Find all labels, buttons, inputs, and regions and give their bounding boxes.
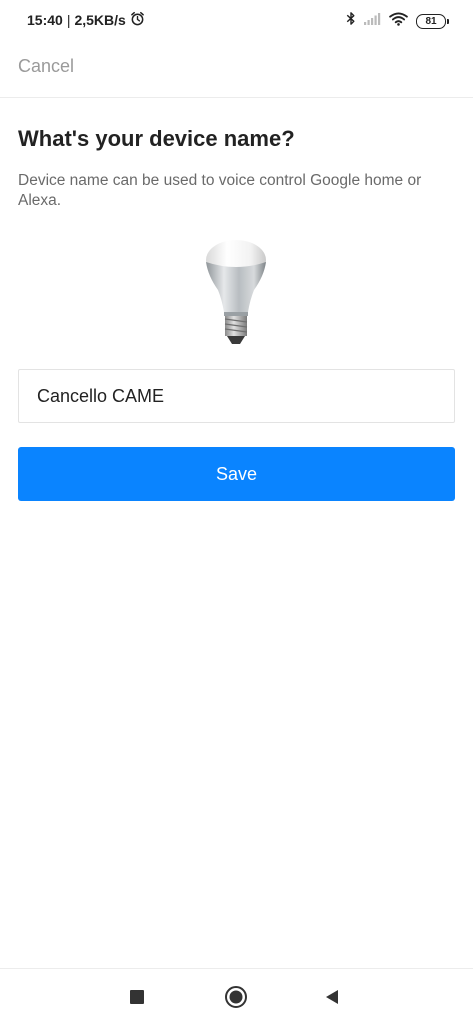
status-left: 15:40 | 2,5KB/s — [27, 11, 145, 29]
status-network-speed: 2,5KB/s — [74, 12, 126, 28]
back-icon[interactable] — [318, 983, 346, 1011]
status-time: 15:40 — [27, 12, 63, 28]
battery-icon: 81 — [416, 13, 449, 29]
save-button[interactable]: Save — [18, 447, 455, 501]
page-description: Device name can be used to voice control… — [18, 172, 422, 209]
status-bar: 15:40 | 2,5KB/s 81 — [0, 0, 473, 40]
status-right: 81 — [346, 11, 449, 31]
wifi-icon — [389, 11, 408, 31]
cancel-button[interactable]: Cancel — [18, 56, 74, 77]
light-bulb-icon — [200, 238, 272, 348]
top-nav: Cancel — [0, 40, 473, 98]
alarm-icon — [130, 11, 145, 29]
status-separator: | — [66, 12, 71, 28]
bluetooth-icon — [346, 11, 356, 31]
recent-apps-icon[interactable] — [123, 983, 151, 1011]
page-title: What's your device name? — [18, 126, 295, 151]
navigation-bar — [0, 968, 473, 1025]
home-icon[interactable] — [222, 983, 250, 1011]
signal-icon — [364, 12, 381, 30]
device-name-input[interactable] — [18, 369, 455, 423]
